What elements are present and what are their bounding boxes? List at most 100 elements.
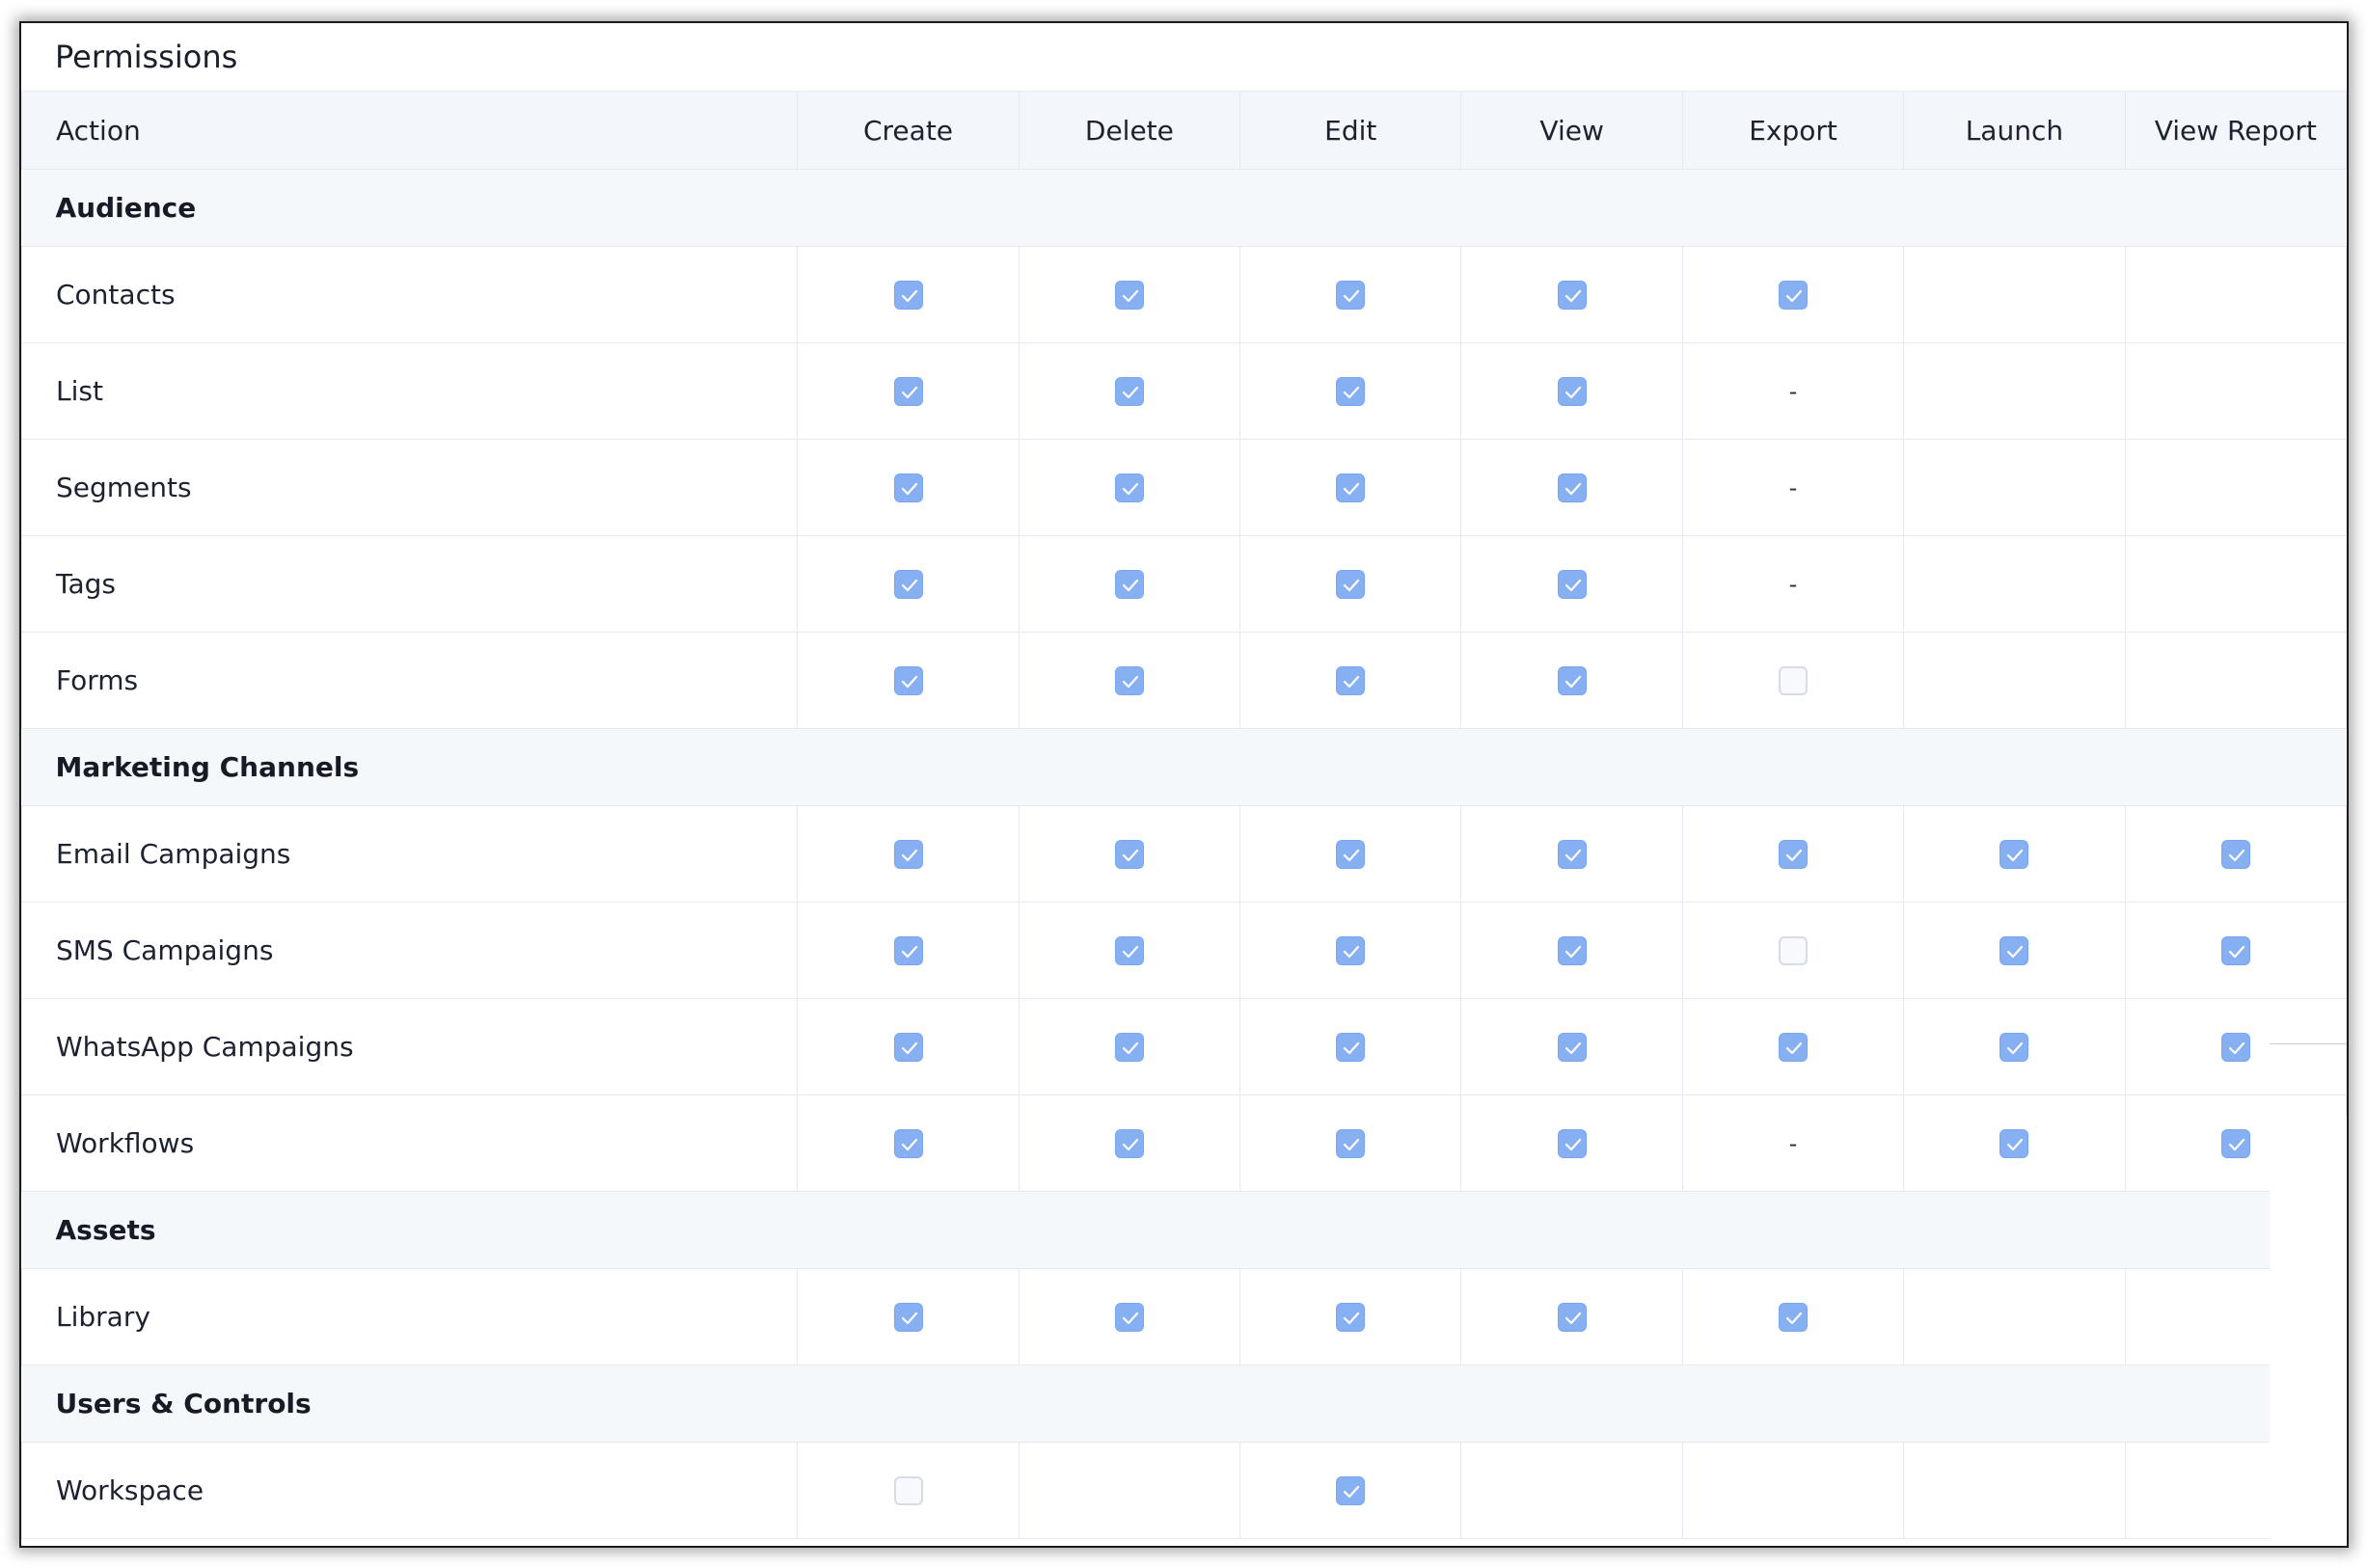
permission-checkbox[interactable]: [893, 1128, 923, 1158]
permission-checkbox[interactable]: [2220, 839, 2250, 869]
permission-checkbox[interactable]: [1557, 935, 1587, 965]
permission-checkbox[interactable]: [1557, 473, 1587, 502]
permission-checkbox[interactable]: [1336, 280, 1366, 310]
not-applicable-dash: -: [1788, 570, 1798, 598]
permission-checkbox[interactable]: [1336, 569, 1366, 599]
row-label: WhatsApp Campaigns: [21, 998, 799, 1095]
permission-checkbox[interactable]: [1557, 280, 1587, 310]
permission-checkbox[interactable]: [2000, 1032, 2029, 1062]
checkmark-icon: [1344, 289, 1360, 302]
permission-checkbox[interactable]: [1336, 665, 1366, 695]
checkmark-icon: [1564, 675, 1581, 688]
permission-checkbox[interactable]: [1114, 1032, 1144, 1062]
permission-checkbox[interactable]: [2000, 839, 2029, 869]
permission-cell-delete: [1018, 1095, 1241, 1192]
checkmark-icon: [1122, 1311, 1138, 1324]
permission-checkbox[interactable]: [1557, 1302, 1587, 1332]
checkmark-icon: [1785, 289, 1803, 302]
row-label: Library: [21, 1268, 799, 1365]
permission-checkbox[interactable]: [2220, 935, 2250, 965]
permission-checkbox[interactable]: [1336, 839, 1366, 869]
permission-cell-view-report: [2124, 342, 2347, 440]
checkmark-icon: [2007, 849, 2024, 861]
permission-checkbox[interactable]: [1114, 1128, 1144, 1158]
table-row: List -: [21, 342, 2347, 440]
checkmark-icon: [1564, 1041, 1581, 1054]
checkmark-icon: [1564, 482, 1581, 495]
permission-checkbox[interactable]: [1336, 1032, 1366, 1062]
checkmark-icon: [1564, 1311, 1581, 1324]
row-label: Workflows: [21, 1095, 799, 1192]
permission-checkbox[interactable]: [2220, 1128, 2250, 1158]
permission-checkbox[interactable]: [893, 839, 923, 869]
permission-checkbox[interactable]: [893, 935, 923, 965]
checkmark-icon: [1122, 386, 1138, 398]
permission-checkbox[interactable]: [1779, 839, 1809, 869]
permission-cell-launch: [1903, 1442, 2126, 1539]
table-row: Library: [21, 1268, 2347, 1365]
permission-checkbox[interactable]: [893, 376, 923, 406]
permission-checkbox[interactable]: [1336, 376, 1366, 406]
permission-cell-launch: [1903, 342, 2126, 440]
permission-checkbox[interactable]: [1779, 280, 1809, 310]
permission-checkbox[interactable]: [2220, 1032, 2250, 1062]
permission-cell-view: [1460, 998, 1683, 1095]
permission-cell-export: -: [1681, 439, 1905, 536]
permission-checkbox[interactable]: [1557, 1032, 1587, 1062]
permission-checkbox[interactable]: [893, 665, 923, 695]
table-row: Forms: [21, 632, 2347, 729]
permission-checkbox[interactable]: [1557, 665, 1587, 695]
permission-checkbox[interactable]: [1557, 1128, 1587, 1158]
permission-checkbox[interactable]: [1336, 1475, 1366, 1505]
permission-checkbox[interactable]: [1336, 1302, 1366, 1332]
permission-checkbox[interactable]: [1114, 569, 1144, 599]
table-row: Contacts: [21, 246, 2347, 343]
permission-checkbox[interactable]: [2000, 1128, 2029, 1158]
permission-checkbox[interactable]: [1114, 839, 1144, 869]
permission-cell-edit: [1239, 998, 1462, 1095]
permission-checkbox[interactable]: [1336, 473, 1366, 502]
permission-checkbox-empty[interactable]: [893, 1475, 923, 1505]
permission-checkbox[interactable]: [893, 1032, 923, 1062]
checkmark-icon: [1344, 482, 1360, 495]
permission-checkbox[interactable]: [1779, 1032, 1809, 1062]
permission-checkbox[interactable]: [1557, 569, 1587, 599]
permission-checkbox[interactable]: [893, 280, 923, 310]
permission-cell-launch: [1903, 439, 2126, 536]
permission-checkbox[interactable]: [893, 1302, 923, 1332]
permission-cell-view: [1460, 439, 1683, 536]
checkmark-icon: [1344, 386, 1360, 398]
permission-checkbox[interactable]: [2000, 935, 2029, 965]
permission-checkbox[interactable]: [1114, 1302, 1144, 1332]
permission-checkbox-empty[interactable]: [1779, 935, 1809, 965]
permission-checkbox[interactable]: [1557, 839, 1587, 869]
checkmark-icon: [1344, 1138, 1360, 1150]
permission-checkbox[interactable]: [893, 569, 923, 599]
permission-cell-edit: [1239, 1442, 1462, 1539]
permission-cell-edit: [1239, 805, 1462, 903]
permission-checkbox[interactable]: [1557, 376, 1587, 406]
permission-checkbox[interactable]: [1114, 473, 1144, 502]
permission-checkbox[interactable]: [1114, 376, 1144, 406]
row-label: Tags: [21, 535, 799, 633]
permission-cell-export: [1681, 1442, 1905, 1539]
permission-checkbox[interactable]: [1779, 1302, 1809, 1332]
permission-cell-create: [797, 535, 1020, 633]
permission-cell-launch: [1903, 1268, 2126, 1365]
permission-cell-export: [1681, 902, 1905, 999]
permission-checkbox[interactable]: [1114, 280, 1144, 310]
permission-checkbox[interactable]: [1336, 1128, 1366, 1158]
permission-cell-delete: [1018, 632, 1241, 729]
permission-checkbox-empty[interactable]: [1779, 665, 1809, 695]
permission-checkbox[interactable]: [893, 473, 923, 502]
checkmark-icon: [1564, 386, 1581, 398]
permission-cell-create: [797, 902, 1020, 999]
permission-cell-launch: [1903, 632, 2126, 729]
permission-cell-delete: [1018, 805, 1241, 903]
permission-checkbox[interactable]: [1114, 665, 1144, 695]
permission-cell-edit: [1239, 1095, 1462, 1192]
row-label: List: [21, 342, 799, 440]
permission-checkbox[interactable]: [1336, 935, 1366, 965]
checkmark-icon: [1785, 849, 1803, 861]
permission-checkbox[interactable]: [1114, 935, 1144, 965]
